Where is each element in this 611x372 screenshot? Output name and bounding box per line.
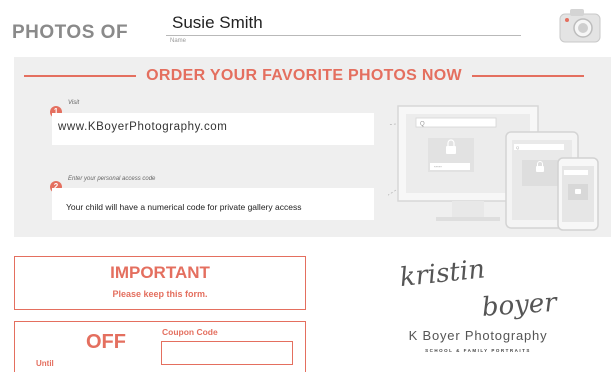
svg-text:*****: ***** [434,165,442,170]
svg-text:Q: Q [420,122,425,128]
heading-rule-left [24,75,137,77]
order-title: ORDER YOUR FAVORITE PHOTOS NOW [146,67,462,84]
heading-rule-right [471,75,585,77]
devices-icon: Q ***** Q [388,105,599,231]
svg-text:Q: Q [516,145,519,150]
off-label: OFF [86,331,126,353]
order-heading: ORDER YOUR FAVORITE PHOTOS NOW [24,66,585,86]
important-title: IMPORTANT [110,263,210,282]
brand-logo: kristin boyer [398,254,559,323]
name-value[interactable]: Susie Smith [172,13,263,33]
brand-script-line2: boyer [481,288,559,323]
name-underline [166,35,521,36]
access-code-text: Your child will have a numerical code fo… [66,202,302,212]
camera-icon [559,9,601,43]
until-label: Until [36,359,54,368]
brand-script-line1: kristin [398,254,486,293]
coupon-code-field[interactable] [161,341,293,365]
brand-name: K Boyer Photography [408,328,548,343]
page-title: PHOTOS OF [12,22,129,43]
step-2-label: Enter your personal access code [68,176,156,182]
coupon-code-label: Coupon Code [162,327,218,337]
name-label: Name [170,38,187,44]
brand-tagline: SCHOOL & FAMILY PORTRAITS [425,348,531,353]
website-url[interactable]: www.KBoyerPhotography.com [58,121,227,133]
step-1-label: Visit [68,100,80,106]
important-subtitle: Please keep this form. [112,289,208,299]
